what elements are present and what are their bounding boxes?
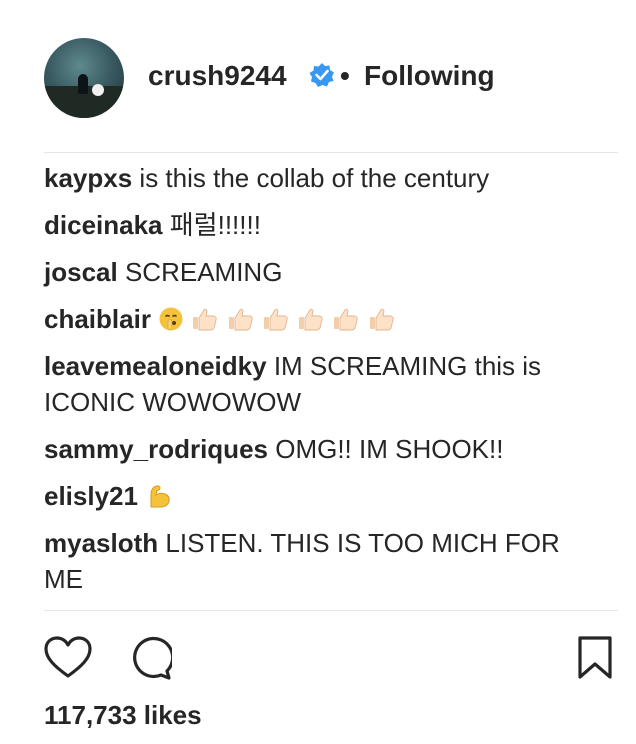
comments-list: kaypxs is this the collab of the century… [44, 160, 574, 608]
comment: sammy_rodriques OMG!! IM SHOOK!! [44, 431, 574, 467]
separator-dot: • [340, 60, 350, 91]
comment-username[interactable]: leavemealoneidky [44, 351, 267, 381]
comments-divider [44, 610, 618, 611]
comment-text: is this the collab of the century [139, 163, 490, 193]
comment-username[interactable]: elisly21 [44, 481, 138, 511]
avatar-person [78, 74, 88, 94]
comment-text: OMG!! IM SHOOK!! [275, 434, 504, 464]
comment-username[interactable]: diceinaka [44, 210, 163, 240]
verified-badge-icon [309, 63, 334, 87]
header-divider [44, 152, 618, 153]
comment: chaiblair [44, 301, 574, 337]
comment-username[interactable]: joscal [44, 257, 118, 287]
comment-username[interactable]: chaiblair [44, 304, 151, 334]
thumbs-up-emoji [262, 306, 290, 332]
comment: diceinaka 패럴!!!!!! [44, 207, 574, 243]
likes-count[interactable]: 117,733 likes [44, 700, 202, 731]
post-header: crush9244 • Following [0, 0, 636, 152]
thumbs-up-emoji [332, 306, 360, 332]
comment: leavemealoneidky IM SCREAMING this is IC… [44, 348, 574, 420]
thumbs-up-emoji [297, 306, 325, 332]
comment-text: 패럴!!!!!! [169, 210, 261, 240]
comment: joscal SCREAMING [44, 254, 574, 290]
avatar[interactable] [44, 38, 124, 118]
heart-icon[interactable] [44, 636, 92, 680]
thumbs-up-emoji [227, 306, 255, 332]
thumbs-up-emoji [191, 306, 219, 332]
action-bar [44, 636, 618, 680]
comment: kaypxs is this the collab of the century [44, 160, 574, 196]
author-username[interactable]: crush9244 [148, 60, 287, 92]
avatar-dog [92, 84, 104, 96]
comment-username[interactable]: sammy_rodriques [44, 434, 268, 464]
comment-username[interactable]: kaypxs [44, 163, 132, 193]
flexed-biceps-emoji [145, 483, 171, 509]
comment: elisly21 [44, 478, 574, 514]
shushing-face-emoji [158, 306, 184, 332]
bookmark-icon[interactable] [578, 636, 612, 680]
comment-username[interactable]: myasloth [44, 528, 158, 558]
following-button[interactable]: Following [364, 60, 495, 92]
comment-icon[interactable] [126, 636, 172, 680]
comment-text: SCREAMING [124, 257, 283, 287]
thumbs-up-emoji [368, 306, 396, 332]
comment: myasloth LISTEN. THIS IS TOO MICH FOR ME [44, 525, 574, 597]
